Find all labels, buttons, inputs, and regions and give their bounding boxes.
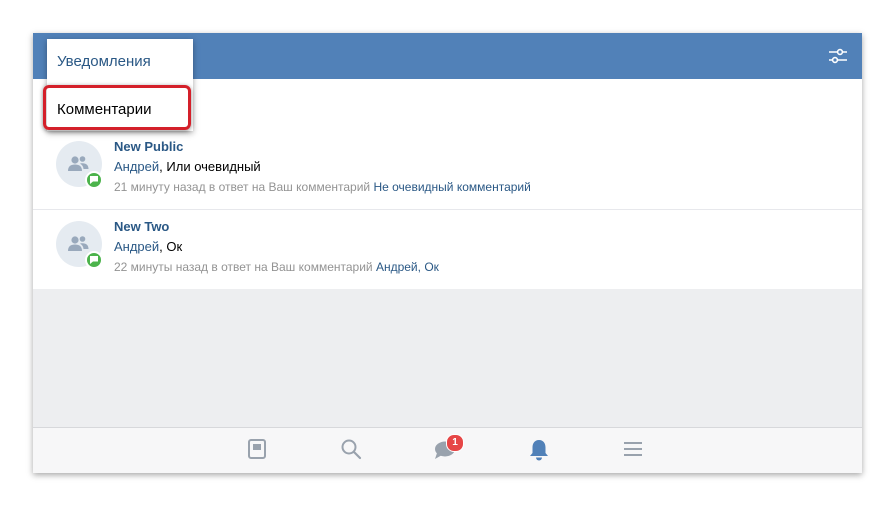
reply-link[interactable]: Ок <box>424 260 439 274</box>
item-meta: 22 минуты назад в ответ на Ваш комментар… <box>114 260 439 274</box>
item-title[interactable]: New Public <box>114 139 183 154</box>
app-screen: New Public Андрей, Или очевидный 21 мину… <box>33 33 862 473</box>
messages-count-badge: 1 <box>446 434 464 452</box>
comment-badge-icon <box>85 171 103 189</box>
menu-item-notifications[interactable]: Уведомления <box>47 39 193 83</box>
item-meta: 21 минуту назад в ответ на Ваш комментар… <box>114 180 531 194</box>
notifications-icon[interactable] <box>526 436 554 464</box>
messages-icon[interactable]: 1 <box>431 434 464 464</box>
list-item[interactable]: New Public Андрей, Или очевидный 21 мину… <box>33 129 862 210</box>
community-icon <box>68 156 89 171</box>
community-icon <box>68 236 89 251</box>
item-text: Андрей, Или очевидный <box>114 159 261 174</box>
reply-link[interactable]: Не очевидный комментарий <box>373 180 530 194</box>
sliders-icon[interactable] <box>828 46 848 66</box>
menu-icon[interactable] <box>620 436 648 464</box>
item-text: Андрей, Ок <box>114 239 183 254</box>
item-title[interactable]: New Two <box>114 219 169 234</box>
bottom-nav: 1 <box>33 427 862 473</box>
author-link[interactable]: Андрей <box>114 239 159 254</box>
list-item[interactable]: New Two Андрей, Ок 22 минуты назад в отв… <box>33 209 862 289</box>
search-icon[interactable] <box>338 436 366 464</box>
comment-badge-icon <box>85 251 103 269</box>
reply-author-link[interactable]: Андрей <box>376 260 418 274</box>
news-icon[interactable] <box>244 436 272 464</box>
highlight-frame <box>43 85 191 130</box>
author-link[interactable]: Андрей <box>114 159 159 174</box>
